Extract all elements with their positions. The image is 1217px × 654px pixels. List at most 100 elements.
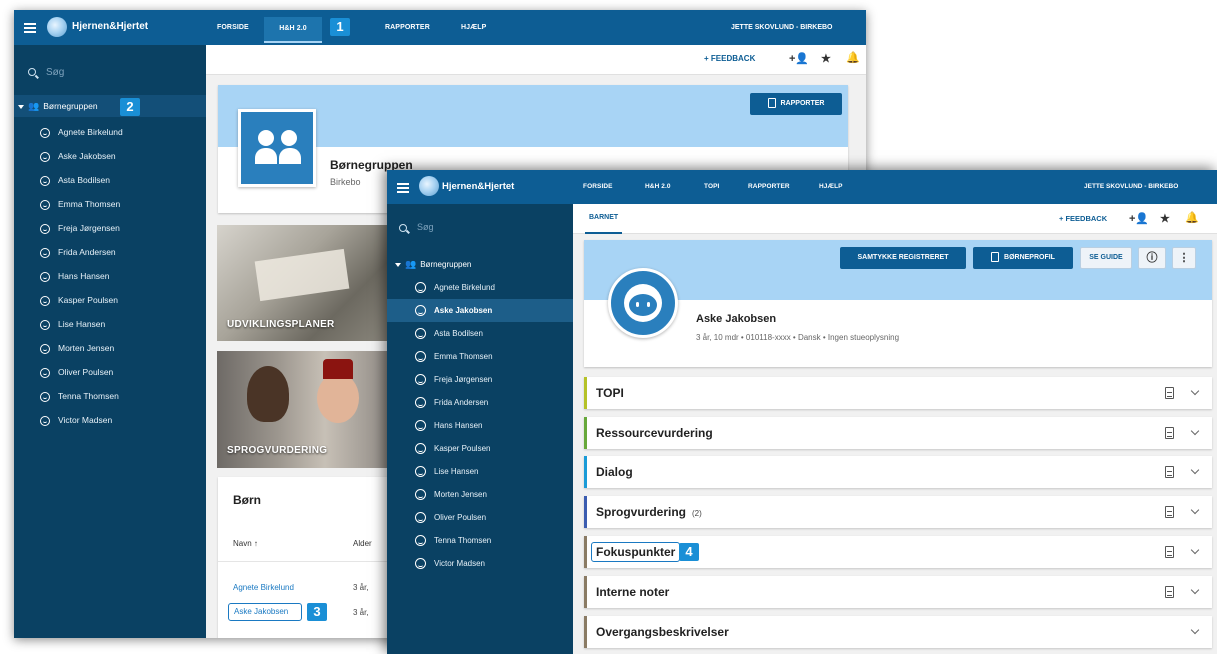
sidebar-child[interactable]: Frida Andersen [14,241,206,263]
sidebar-child[interactable]: Victor Madsen [14,409,206,431]
document-icon [991,252,1000,263]
nav-topi[interactable]: TOPI [704,183,719,190]
sidebar-child[interactable]: Kasper Poulsen [14,289,206,311]
sidebar-child[interactable]: Oliver Poulsen [14,361,206,383]
nav-forside[interactable]: FORSIDE [217,24,249,31]
sidebar-child[interactable]: Freja Jørgensen [14,217,206,239]
star-icon[interactable]: ★ [1160,212,1170,225]
samtykke-registreret-button[interactable]: SAMTYKKE REGISTRERET [840,247,966,269]
table-row-selected[interactable]: Aske Jakobsen [228,603,302,621]
child-face-icon [415,512,426,524]
sidebar-child[interactable]: Victor Madsen [387,552,573,575]
chevron-down-icon[interactable] [1190,585,1200,595]
menu-icon[interactable] [24,23,36,33]
sidebar-child[interactable]: Agnete Birkelund [387,276,573,299]
section-topi[interactable]: TOPI [584,377,1212,409]
child-face-icon [40,295,50,306]
section-ressourcevurdering[interactable]: Ressourcevurdering [584,417,1212,449]
sidebar-child[interactable]: Emma Thomsen [14,193,206,215]
sidebar-child[interactable]: Morten Jensen [14,337,206,359]
info-icon[interactable]: ⓘ [1138,247,1166,269]
sidebar-child[interactable]: Asta Bodilsen [387,322,573,345]
add-person-icon[interactable]: +👤 [1129,212,1149,225]
document-icon[interactable] [1165,546,1174,558]
nav-hh[interactable]: H&H 2.0 [645,183,671,190]
chevron-down-icon[interactable] [1190,545,1200,555]
section-stripe [584,417,587,449]
nav-rapporter[interactable]: RAPPORTER [385,24,430,31]
sidebar-child[interactable]: Oliver Poulsen [387,506,573,529]
tab-barnet[interactable]: BARNET [585,204,623,234]
tile-sprogvurdering[interactable]: SPROGVURDERING [217,351,397,468]
sidebar-child[interactable]: Lise Hansen [14,313,206,335]
chevron-down-icon[interactable] [1190,505,1200,515]
sidebar-child[interactable]: Kasper Poulsen [387,437,573,460]
section-fokuspunkter[interactable]: Fokuspunkter 4 [584,536,1212,568]
document-icon[interactable] [1165,466,1174,478]
section-dialog[interactable]: Dialog [584,456,1212,488]
more-vert-icon[interactable]: ⋮ [1172,247,1196,269]
sidebar-child[interactable]: Emma Thomsen [387,345,573,368]
document-icon[interactable] [1165,387,1174,399]
search-input[interactable]: Søg [28,67,64,78]
sidebar-group-bornegruppen[interactable]: 👥 Børnegruppen [14,95,206,117]
se-guide-button[interactable]: SE GUIDE [1080,247,1132,269]
nav-rapporter[interactable]: RAPPORTER [748,183,790,190]
people-icon [255,130,303,168]
sidebar-child[interactable]: Frida Andersen [387,391,573,414]
child-face-icon [40,175,50,186]
table-row[interactable]: Agnete Birkelund [233,583,294,592]
sidebar-child[interactable]: Aske Jakobsen [14,145,206,167]
user-name[interactable]: JETTE SKOVLUND - BIRKEBO [731,24,833,31]
star-icon[interactable]: ★ [821,52,831,65]
column-header-age[interactable]: Alder [353,539,372,548]
nav-hh[interactable]: H&H 2.0 [264,17,322,43]
document-icon[interactable] [1165,586,1174,598]
child-face-icon [40,247,50,258]
child-face-icon [415,489,426,501]
tile-udviklingsplaner[interactable]: UDVIKLINGSPLANER [217,225,397,341]
section-sprogvurdering[interactable]: Sprogvurdering (2) [584,496,1212,528]
section-interne-noter[interactable]: Interne noter [584,576,1212,608]
column-header-name[interactable]: Navn ↑ [233,539,258,548]
document-icon[interactable] [1165,427,1174,439]
section-stripe [584,496,587,528]
sidebar-child[interactable]: Asta Bodilsen [14,169,206,191]
child-face-icon [40,151,50,162]
sidebar-child[interactable]: Lise Hansen [387,460,573,483]
child-face-icon [40,223,50,234]
section-stripe [584,377,587,409]
notebook-image [254,248,350,302]
document-icon[interactable] [1165,506,1174,518]
sidebar-child[interactable]: Morten Jensen [387,483,573,506]
section-overgangsbeskrivelser[interactable]: Overgangsbeskrivelser [584,616,1212,648]
sidebar-child[interactable]: Hans Hansen [387,414,573,437]
bell-icon[interactable]: 🔔 [1185,211,1199,224]
chevron-down-icon[interactable] [1190,465,1200,475]
menu-icon[interactable] [397,183,409,193]
bell-icon[interactable]: 🔔 [846,51,860,64]
logo-icon [419,176,439,196]
sidebar-group-bornegruppen[interactable]: 👥 Børnegruppen [387,254,573,274]
sidebar-child-selected[interactable]: Aske Jakobsen [387,299,573,322]
sidebar-child[interactable]: Tenna Thomsen [14,385,206,407]
sidebar-child[interactable]: Tenna Thomsen [387,529,573,552]
nav-hjaelp[interactable]: HJÆLP [461,24,486,31]
nav-hjaelp[interactable]: HJÆLP [819,183,843,190]
children-table-title: Børn [233,493,261,507]
add-person-icon[interactable]: +👤 [789,52,809,65]
sidebar-child[interactable]: Freja Jørgensen [387,368,573,391]
borneprofil-button[interactable]: BØRNEPROFIL [973,247,1073,269]
search-input[interactable]: Søg [399,222,434,232]
child-face-icon [415,282,426,294]
sidebar-child[interactable]: Agnete Birkelund [14,121,206,143]
feedback-button[interactable]: + FEEDBACK [1059,214,1107,223]
sidebar-child[interactable]: Hans Hansen [14,265,206,287]
feedback-button[interactable]: + FEEDBACK [704,54,755,63]
chevron-down-icon[interactable] [1190,386,1200,396]
chevron-down-icon[interactable] [1190,625,1200,635]
user-name[interactable]: JETTE SKOVLUND - BIRKEBO [1084,183,1178,190]
nav-forside[interactable]: FORSIDE [583,183,613,190]
chevron-down-icon[interactable] [1190,426,1200,436]
rapporter-button[interactable]: RAPPORTER [750,93,842,115]
